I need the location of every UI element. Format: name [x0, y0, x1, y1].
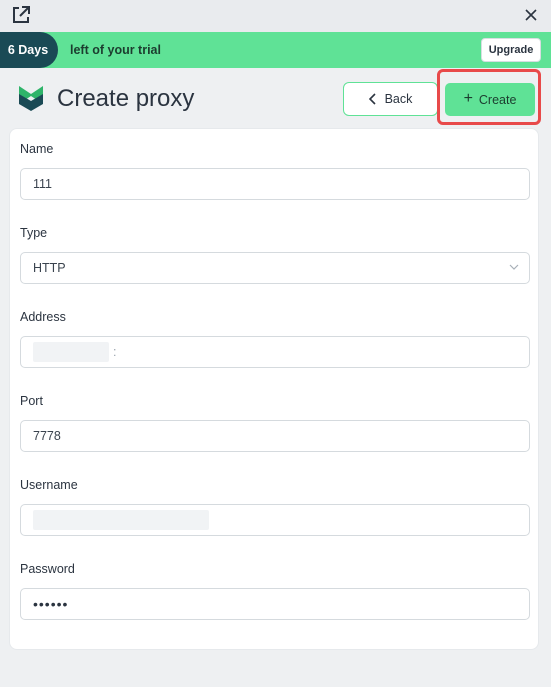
address-label: Address: [20, 310, 66, 324]
address-redacted: [33, 342, 109, 362]
create-proxy-form: Name 111 Type HTTP Address : Port 7778 U…: [9, 128, 539, 650]
trial-days-badge: 6 Days: [0, 32, 58, 68]
page-header: Create proxy Back + Create: [0, 68, 551, 128]
address-field-group: Address :: [20, 309, 530, 368]
port-field-group: Port 7778: [20, 393, 530, 452]
plus-icon: +: [463, 89, 473, 107]
port-input[interactable]: 7778: [20, 420, 530, 452]
type-select[interactable]: HTTP: [20, 252, 530, 284]
username-field-group: Username: [20, 477, 530, 536]
page-title: Create proxy: [57, 85, 195, 112]
address-separator: :: [113, 345, 117, 359]
trial-banner: 6 Days left of your trial Upgrade: [0, 32, 551, 68]
back-button[interactable]: Back: [343, 82, 438, 116]
close-icon[interactable]: [521, 5, 541, 25]
password-value: ••••••: [33, 596, 69, 612]
name-input[interactable]: 111: [20, 168, 530, 200]
username-input[interactable]: [20, 504, 530, 536]
chevron-down-icon: [509, 264, 519, 270]
type-value: HTTP: [33, 261, 66, 275]
username-redacted: [33, 510, 209, 530]
password-input[interactable]: ••••••: [20, 588, 530, 620]
name-label: Name: [20, 142, 54, 156]
port-value: 7778: [33, 429, 61, 443]
password-field-group: Password ••••••: [20, 561, 530, 620]
trial-message: left of your trial: [70, 43, 161, 57]
type-field-group: Type HTTP: [20, 225, 530, 284]
username-label: Username: [20, 478, 78, 492]
port-label: Port: [20, 394, 43, 408]
title-bar: [0, 0, 551, 32]
create-button[interactable]: + Create: [445, 83, 535, 116]
type-label: Type: [20, 226, 48, 240]
password-label: Password: [20, 562, 75, 576]
app-logo: [19, 86, 43, 111]
back-button-label: Back: [384, 92, 413, 106]
name-value: 111: [33, 177, 53, 191]
create-button-label: Create: [478, 92, 517, 107]
external-link-icon[interactable]: [10, 4, 32, 26]
upgrade-button[interactable]: Upgrade: [481, 38, 541, 62]
name-field-group: Name 111: [20, 141, 530, 200]
address-input[interactable]: :: [20, 336, 530, 368]
chevron-left-icon: [368, 93, 376, 105]
